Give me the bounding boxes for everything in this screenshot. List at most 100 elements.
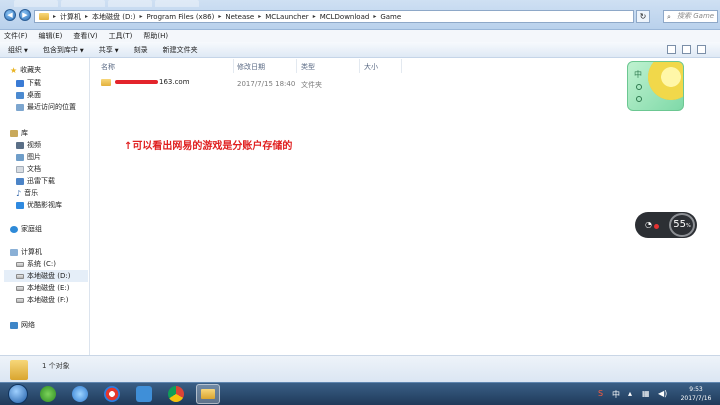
preview-pane-icon[interactable] xyxy=(682,45,691,54)
organize-button[interactable]: 组织 ▼ xyxy=(8,45,28,55)
title-bar: ◀ ▶ ▸ 计算机 ▸ 本地磁盘 (D:) ▸ Program Files (x… xyxy=(0,0,720,30)
sidebar-item-drive-e[interactable]: 本地磁盘 (E:) xyxy=(16,283,69,293)
explorer-taskbar-button[interactable] xyxy=(196,384,220,404)
new-folder-button[interactable]: 新建文件夹 xyxy=(163,45,198,55)
view-options-icon[interactable] xyxy=(667,45,676,54)
chevron-right-icon[interactable]: ▸ xyxy=(139,13,142,20)
breadcrumb-netease[interactable]: Netease xyxy=(225,13,254,21)
sidebar-network[interactable]: 网络 xyxy=(10,320,35,330)
baidu-netdisk-icon[interactable] xyxy=(136,386,152,402)
sidebar-item-music[interactable]: ♪ 音乐 xyxy=(16,188,38,198)
ime-mode-icon[interactable]: 中 xyxy=(612,389,620,400)
breadcrumb-computer[interactable]: 计算机 xyxy=(60,12,81,22)
chevron-right-icon[interactable]: ▸ xyxy=(373,13,376,20)
tab-placeholder[interactable] xyxy=(14,0,58,7)
help-icon[interactable] xyxy=(697,45,706,54)
sidebar-item-videos[interactable]: 视频 xyxy=(16,140,41,150)
floating-widget[interactable]: 中 xyxy=(627,61,684,111)
taskbar: S 中 ▴ ▦ ◀) 9:53 2017/7/16 xyxy=(0,382,720,405)
widget-dot-icon xyxy=(636,96,642,102)
refresh-button[interactable]: ↻ xyxy=(636,10,650,23)
sidebar-favorites[interactable]: ★ 收藏夹 xyxy=(10,65,41,75)
column-header-size[interactable]: 大小 xyxy=(364,62,378,72)
sidebar-item-documents[interactable]: 文档 xyxy=(16,164,41,174)
include-in-library-button[interactable]: 包含到库中 ▼ xyxy=(43,45,84,55)
chrome-icon[interactable] xyxy=(168,386,184,402)
search-placeholder: 搜索 Game xyxy=(677,12,715,20)
file-name-suffix: 163.com xyxy=(159,78,190,86)
breadcrumb-mclauncher[interactable]: MCLauncher xyxy=(265,13,308,21)
widget-dot-icon xyxy=(636,84,642,90)
share-button[interactable]: 共享 ▼ xyxy=(99,45,119,55)
start-button[interactable] xyxy=(8,384,28,404)
forward-button[interactable]: ▶ xyxy=(19,9,31,21)
column-divider[interactable] xyxy=(359,59,360,73)
column-header-modified[interactable]: 修改日期 xyxy=(237,62,265,72)
lemon-icon xyxy=(648,62,683,100)
drive-icon xyxy=(16,261,24,267)
chevron-right-icon[interactable]: ▸ xyxy=(53,13,56,20)
tab-placeholder[interactable] xyxy=(155,0,199,7)
sidebar-libraries[interactable]: 库 xyxy=(10,128,28,138)
menu-view[interactable]: 查看(V) xyxy=(73,31,97,41)
sidebar-item-thunder-downloads[interactable]: 迅雷下载 xyxy=(16,176,55,186)
menu-file[interactable]: 文件(F) xyxy=(4,31,28,41)
computer-icon xyxy=(10,248,18,256)
breadcrumb-game[interactable]: Game xyxy=(380,13,401,21)
browser-ie-icon[interactable] xyxy=(72,386,88,402)
column-header-name[interactable]: 名称 xyxy=(101,62,115,72)
menu-tools[interactable]: 工具(T) xyxy=(109,31,133,41)
burn-button[interactable]: 刻录 xyxy=(134,45,148,55)
thunder-icon xyxy=(16,177,24,185)
sidebar-item-drive-c[interactable]: 系统 (C:) xyxy=(16,259,56,269)
sogou-ime-icon[interactable]: S xyxy=(598,389,603,398)
chevron-right-icon[interactable]: ▸ xyxy=(218,13,221,20)
column-divider[interactable] xyxy=(296,59,297,73)
sidebar-item-recent[interactable]: 最近访问的位置 xyxy=(16,102,76,112)
breadcrumb-program-files[interactable]: Program Files (x86) xyxy=(146,13,214,21)
tab-placeholder[interactable] xyxy=(61,0,105,7)
sidebar-item-drive-f[interactable]: 本地磁盘 (F:) xyxy=(16,295,69,305)
caret-down-icon: ▼ xyxy=(114,47,119,54)
sidebar-item-desktop[interactable]: 桌面 xyxy=(16,90,41,100)
tray-expand-icon[interactable]: ▴ xyxy=(628,389,632,398)
tab-placeholder[interactable] xyxy=(108,0,152,7)
back-button[interactable]: ◀ xyxy=(4,9,16,21)
sidebar-item-label: 文档 xyxy=(27,165,41,173)
breadcrumb-drive-d[interactable]: 本地磁盘 (D:) xyxy=(92,12,135,22)
address-bar[interactable]: ▸ 计算机 ▸ 本地磁盘 (D:) ▸ Program Files (x86) … xyxy=(34,10,634,23)
chevron-right-icon[interactable]: ▸ xyxy=(313,13,316,20)
table-row[interactable]: 163.com 2017/7/15 18:40 文件夹 xyxy=(91,76,720,90)
system-clock[interactable]: 9:53 2017/7/16 xyxy=(676,385,716,403)
file-list: 名称 修改日期 类型 大小 163.com 2017/7/15 18:40 文件… xyxy=(91,58,720,355)
network-tray-icon[interactable]: ▦ xyxy=(642,389,650,398)
sidebar-homegroup[interactable]: 家庭组 xyxy=(10,224,42,234)
file-name[interactable]: 163.com xyxy=(101,78,190,86)
sidebar-item-pictures[interactable]: 图片 xyxy=(16,152,41,162)
sidebar-item-label: 本地磁盘 (E:) xyxy=(27,284,70,292)
annotation-text: ↑可以看出网易的游戏是分账户存储的 xyxy=(124,141,293,152)
navigation-pane: ★ 收藏夹 下载 桌面 最近访问的位置 库 视频 图片 文档 迅雷下载 ♪ 音乐 … xyxy=(0,58,90,355)
media-player-icon[interactable] xyxy=(104,386,120,402)
menu-edit[interactable]: 编辑(E) xyxy=(39,31,63,41)
sidebar-item-label: 音乐 xyxy=(24,189,39,197)
file-type: 文件夹 xyxy=(301,81,322,89)
browser-360-icon[interactable] xyxy=(40,386,56,402)
column-header-type[interactable]: 类型 xyxy=(301,62,315,72)
folder-icon xyxy=(101,78,111,86)
homegroup-icon xyxy=(10,225,18,233)
search-input[interactable]: ⌕ 搜索 Game xyxy=(663,10,718,23)
chevron-right-icon[interactable]: ▸ xyxy=(258,13,261,20)
network-meter[interactable]: ◔ 55% xyxy=(635,212,697,238)
column-divider[interactable] xyxy=(233,59,234,73)
column-divider[interactable] xyxy=(401,59,402,73)
sidebar-item-drive-d[interactable]: 本地磁盘 (D:) xyxy=(4,270,88,282)
menu-help[interactable]: 帮助(H) xyxy=(143,31,168,41)
view-controls xyxy=(667,45,706,54)
volume-icon[interactable]: ◀) xyxy=(658,389,667,398)
sidebar-item-youku[interactable]: 优酷影视库 xyxy=(16,200,62,210)
sidebar-item-downloads[interactable]: 下载 xyxy=(16,78,41,88)
breadcrumb-mcldownload[interactable]: MCLDownload xyxy=(320,13,370,21)
chevron-right-icon[interactable]: ▸ xyxy=(85,13,88,20)
sidebar-computer[interactable]: 计算机 xyxy=(10,247,42,257)
